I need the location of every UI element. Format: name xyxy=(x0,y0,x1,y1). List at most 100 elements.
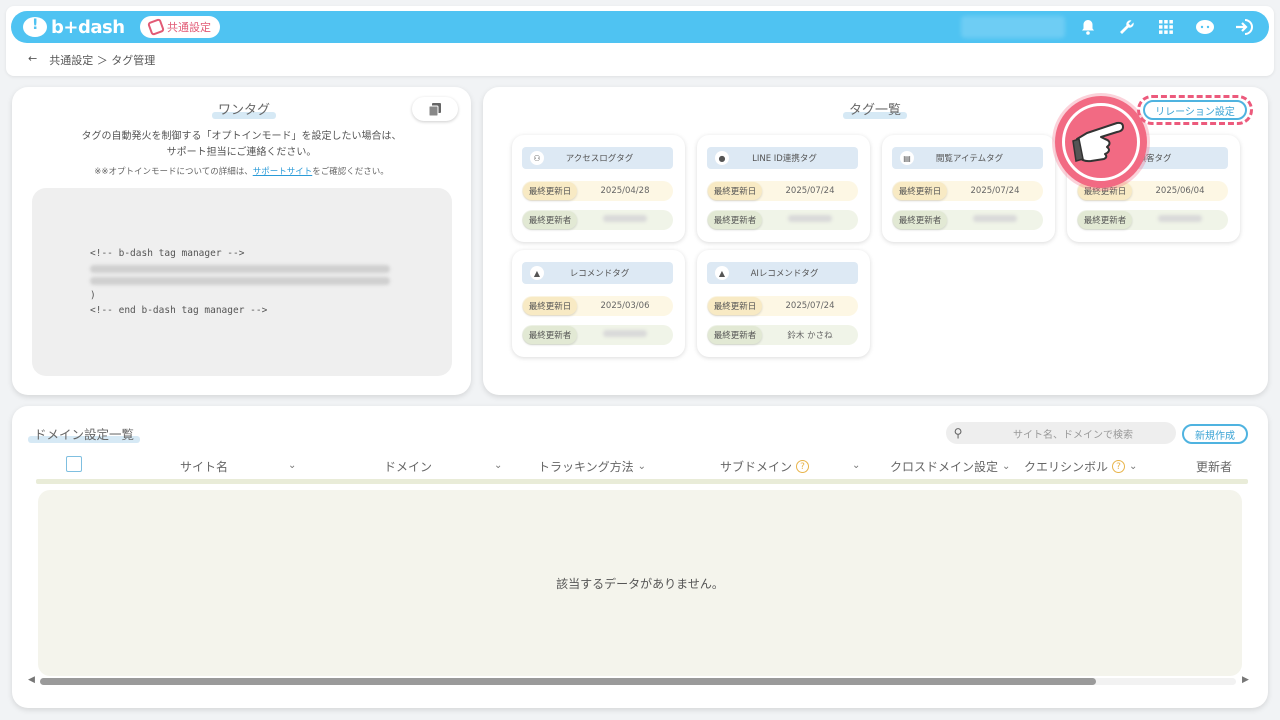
last-updated-date: 2025/06/04 xyxy=(1155,186,1205,196)
onetag-panel: ワンタグ タグの自動発火を制御する「オプトインモード」を設定したい場合は、 サポ… xyxy=(12,87,471,395)
col-query-symbol[interactable]: クエリシンボル? ⌄ xyxy=(1024,458,1137,475)
onetag-note: ※※オプトインモードについての詳細は、サポートサイトをご確認ください。 xyxy=(12,165,471,177)
col-cross-domain[interactable]: クロスドメイン設定 ⌄ xyxy=(890,458,1010,475)
support-site-link[interactable]: サポートサイト xyxy=(253,167,313,177)
support-icon[interactable] xyxy=(1194,15,1216,39)
empty-table-body: 該当するデータがありません。 xyxy=(38,490,1242,676)
last-updated-label: 最終更新日 xyxy=(708,297,762,315)
search-placeholder: サイト名、ドメインで検索 xyxy=(1013,429,1133,441)
bell-icon[interactable] xyxy=(1077,15,1099,39)
chevron-down-icon[interactable]: ⌄ xyxy=(1129,461,1137,472)
last-updated-label: 最終更新日 xyxy=(523,297,577,315)
copy-icon xyxy=(429,102,441,116)
tag-card-recommend[interactable]: ▲ レコメンドタグ 最終更新日 2025/03/06 最終更新者 xyxy=(512,250,685,357)
last-updater-label: 最終更新者 xyxy=(893,211,947,229)
last-updater-blurred xyxy=(788,215,832,222)
onetag-desc-line1: タグの自動発火を制御する「オプトインモード」を設定したい場合は、 xyxy=(81,131,402,142)
table-header-divider xyxy=(36,479,1248,484)
tag-card-line-id[interactable]: ● LINE ID連携タグ 最終更新日 2025/07/24 最終更新者 xyxy=(697,135,870,242)
last-updater-label: 最終更新者 xyxy=(523,326,577,344)
note-suffix: をご確認ください。 xyxy=(312,167,389,177)
col-updated-by[interactable]: 更新者 xyxy=(1196,458,1232,475)
last-updater-name: 鈴木 かさね xyxy=(787,331,833,341)
help-icon[interactable]: ? xyxy=(1112,460,1126,473)
code-start-comment: <!-- b-dash tag manager --> xyxy=(90,248,245,259)
onetag-desc-line2: サポート担当にご連絡ください。 xyxy=(166,147,317,158)
book-icon: ▤ xyxy=(900,151,914,165)
last-updated-label: 最終更新日 xyxy=(523,182,577,200)
chevron-down-icon[interactable]: ⌄ xyxy=(638,461,646,472)
tag-code-box[interactable]: <!-- b-dash tag manager --> ) <!-- end b… xyxy=(32,188,452,376)
users-icon: ⚇ xyxy=(530,151,544,165)
scroll-thumb[interactable] xyxy=(40,678,1096,685)
wrench-icon[interactable] xyxy=(1116,15,1138,39)
chevron-down-icon[interactable]: ⌄ xyxy=(1002,461,1010,472)
grid-icon[interactable] xyxy=(1155,15,1177,39)
chevron-down-icon[interactable]: ⌄ xyxy=(288,460,296,471)
col-tracking-method[interactable]: トラッキング方法 ⌄ xyxy=(538,458,646,475)
tag-card-access-log[interactable]: ⚇ アクセスログタグ 最終更新日 2025/04/28 最終更新者 xyxy=(512,135,685,242)
common-settings-button[interactable]: 共通設定 xyxy=(140,16,220,38)
copy-button[interactable] xyxy=(412,97,458,121)
table-header: サイト名 ⌄ ドメイン ⌄ トラッキング方法 ⌄ サブドメイン? ⌄ クロスドメイ… xyxy=(36,454,1258,478)
tag-name: アクセスログタグ xyxy=(565,154,634,164)
last-updater-blurred xyxy=(973,215,1017,222)
scroll-right-icon[interactable]: ▶ xyxy=(1242,675,1249,685)
last-updated-date: 2025/04/28 xyxy=(600,186,650,196)
chevron-down-icon[interactable]: ⌄ xyxy=(852,460,860,471)
last-updated-date: 2025/07/24 xyxy=(970,186,1020,196)
scroll-left-icon[interactable]: ◀ xyxy=(28,675,35,685)
taglist-panel: タグ一覧 リレーション設定 ⚇ アクセスログタグ 最終更新日 2025/04/28 … xyxy=(483,87,1268,395)
last-updated-date: 2025/07/24 xyxy=(785,301,835,311)
last-updated-date: 2025/03/06 xyxy=(600,301,650,311)
col-site-name[interactable]: サイト名 xyxy=(180,458,228,475)
note-prefix: ※※オプトインモードについての詳細は、 xyxy=(94,167,253,177)
domain-settings-title: ドメイン設定一覧 xyxy=(28,427,140,442)
code-close-paren: ) xyxy=(90,290,96,301)
logout-icon[interactable] xyxy=(1233,15,1255,39)
last-updater-label: 最終更新者 xyxy=(1078,211,1132,229)
chevron-down-icon[interactable]: ⌄ xyxy=(494,460,502,471)
tag-icon xyxy=(147,18,165,36)
pointing-hand-icon xyxy=(1055,96,1147,188)
tag-name: LINE ID連携タグ xyxy=(752,154,817,164)
search-icon: ⚲ xyxy=(953,426,963,440)
top-navigation-bar: b+dash 共通設定 xyxy=(11,11,1269,43)
onetag-description: タグの自動発火を制御する「オプトインモード」を設定したい場合は、 サポート担当に… xyxy=(12,129,471,161)
help-icon[interactable]: ? xyxy=(796,460,810,473)
last-updated-label: 最終更新日 xyxy=(893,182,947,200)
tag-card-ai-recommend[interactable]: ▲ AIレコメンドタグ 最終更新日 2025/07/24 最終更新者 鈴木 かさね xyxy=(697,250,870,357)
logo-text: b+dash xyxy=(51,16,125,38)
tag-name: AIレコメンドタグ xyxy=(750,269,819,279)
thumbs-up-icon: ▲ xyxy=(530,266,544,280)
last-updated-label: 最終更新日 xyxy=(708,182,762,200)
select-all-checkbox[interactable] xyxy=(66,456,82,472)
back-arrow-icon[interactable]: ← xyxy=(28,52,37,68)
code-end-comment: <!-- end b-dash tag manager --> xyxy=(90,305,268,316)
last-updater-blurred xyxy=(603,215,647,222)
user-icon: ● xyxy=(715,151,729,165)
taglist-title: タグ一覧 xyxy=(843,103,907,118)
tag-card-viewed-item[interactable]: ▤ 閲覧アイテムタグ 最終更新日 2025/07/24 最終更新者 xyxy=(882,135,1055,242)
last-updater-blurred xyxy=(603,330,647,337)
empty-message: 該当するデータがありません。 xyxy=(556,576,724,591)
col-subdomain[interactable]: サブドメイン? xyxy=(720,458,810,475)
code-blurred-line xyxy=(90,277,390,285)
logo-bubble-icon xyxy=(23,17,47,37)
domain-settings-panel: ドメイン設定一覧 ⚲ サイト名、ドメインで検索 新規作成 サイト名 ⌄ ドメイン… xyxy=(12,406,1268,708)
user-info[interactable] xyxy=(961,16,1065,38)
last-updater-label: 最終更新者 xyxy=(708,326,762,344)
last-updater-blurred xyxy=(1158,215,1202,222)
new-domain-button[interactable]: 新規作成 xyxy=(1182,424,1248,444)
col-domain[interactable]: ドメイン xyxy=(384,458,432,475)
last-updated-date: 2025/07/24 xyxy=(785,186,835,196)
b-dash-logo[interactable]: b+dash xyxy=(23,16,125,38)
horizontal-scrollbar[interactable]: ◀ ▶ xyxy=(28,675,1250,686)
relation-settings-button[interactable]: リレーション設定 xyxy=(1143,100,1247,120)
tag-name: 閲覧アイテムタグ xyxy=(935,154,1004,164)
domain-search-input[interactable]: ⚲ サイト名、ドメインで検索 xyxy=(946,422,1176,444)
last-updater-label: 最終更新者 xyxy=(708,211,762,229)
tag-name: レコメンドタグ xyxy=(569,269,630,279)
code-blurred-line xyxy=(90,265,390,273)
breadcrumb: ← 共通設定 ＞ タグ管理 xyxy=(28,52,155,68)
